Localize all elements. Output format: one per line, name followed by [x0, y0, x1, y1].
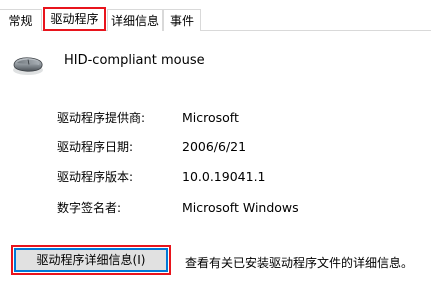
driver-details-button[interactable]: 驱动程序详细信息(I)	[14, 248, 168, 272]
property-row-version: 驱动程序版本: 10.0.19041.1	[0, 168, 431, 186]
device-properties-dialog: 常规 驱动程序 详细信息 事件 HID-compliant mouse 驱动程序…	[0, 0, 431, 284]
tab-events[interactable]: 事件	[163, 9, 201, 31]
tab-details[interactable]: 详细信息	[107, 9, 163, 31]
property-label: 驱动程序提供商:	[57, 111, 146, 125]
property-label: 数字签名者:	[57, 201, 122, 215]
property-row-date: 驱动程序日期: 2006/6/21	[0, 138, 431, 156]
property-value: 2006/6/21	[182, 139, 247, 154]
tab-strip: 常规 驱动程序 详细信息 事件	[0, 0, 431, 31]
tab-driver[interactable]: 驱动程序	[43, 7, 106, 31]
property-label: 驱动程序日期:	[57, 140, 134, 154]
property-row-provider: 驱动程序提供商: Microsoft	[0, 109, 431, 127]
property-row-signer: 数字签名者: Microsoft Windows	[0, 199, 431, 217]
mouse-icon	[13, 57, 43, 75]
property-value: 10.0.19041.1	[182, 169, 266, 184]
property-value: Microsoft Windows	[182, 200, 299, 215]
property-label: 驱动程序版本:	[57, 170, 134, 184]
property-value: Microsoft	[182, 110, 239, 125]
driver-details-description: 查看有关已安装驱动程序文件的详细信息。	[185, 256, 414, 270]
device-name: HID-compliant mouse	[64, 53, 205, 68]
tab-general[interactable]: 常规	[0, 9, 42, 31]
